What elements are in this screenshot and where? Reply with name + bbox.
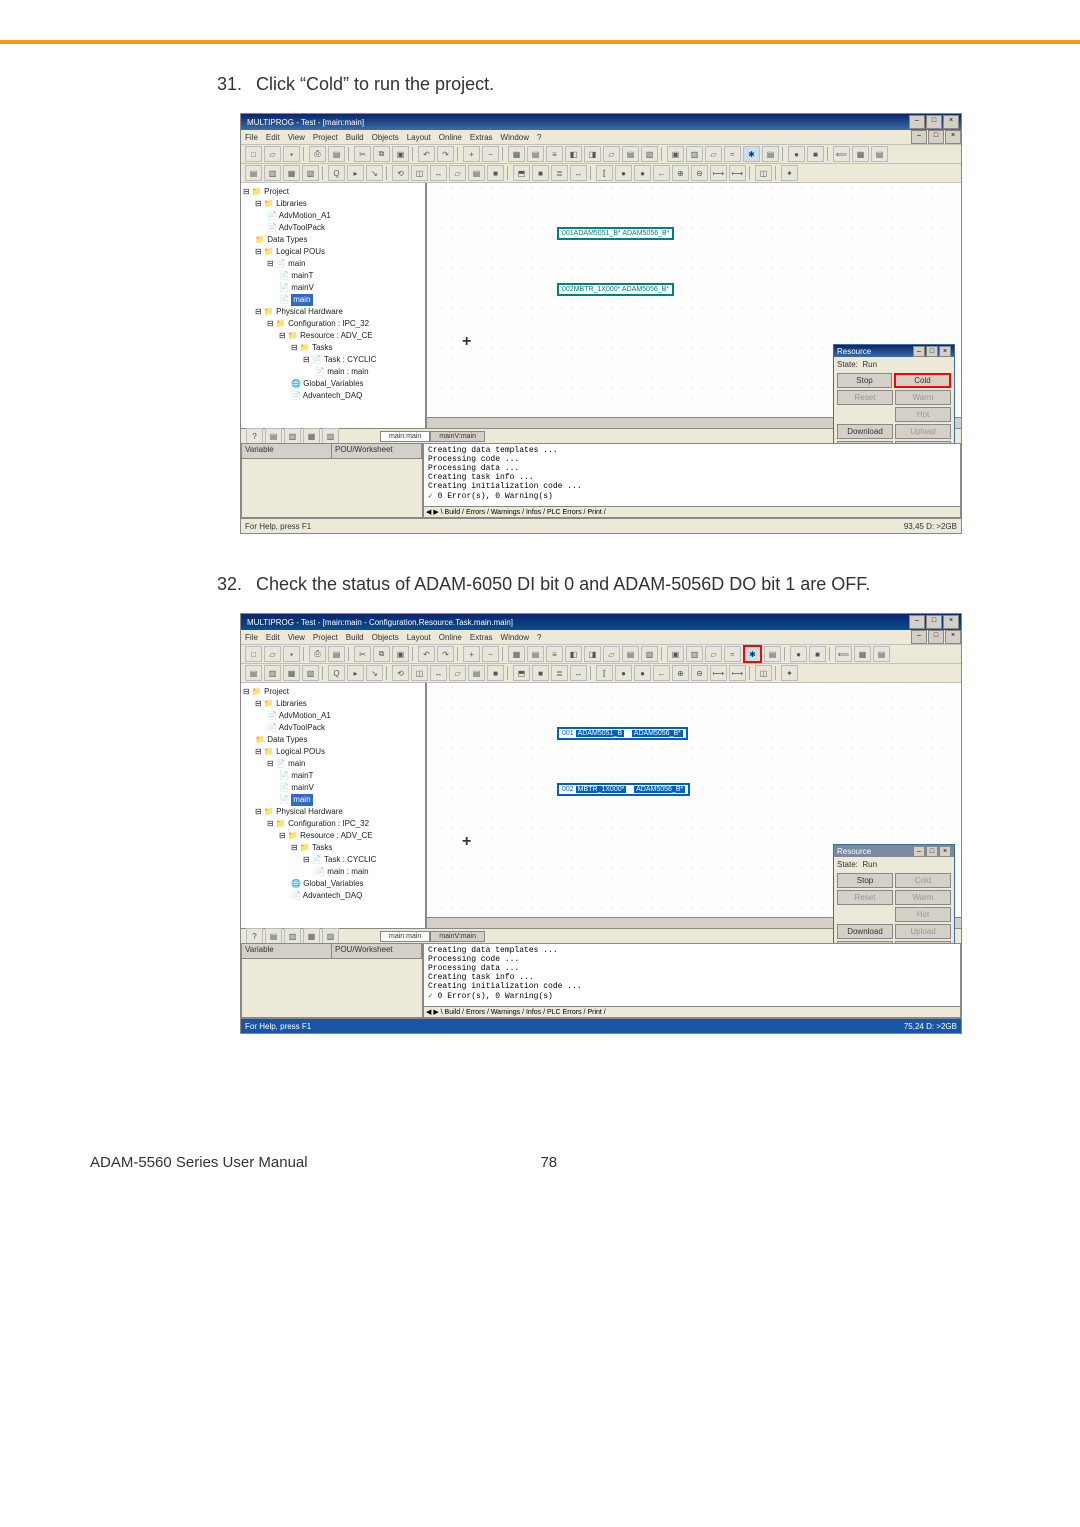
close-button[interactable]: ×: [943, 615, 959, 629]
doc-minimize[interactable]: –: [911, 130, 927, 144]
maximize-button[interactable]: □: [926, 115, 942, 129]
tb-preview-icon[interactable]: ▤: [328, 146, 345, 162]
footer-left: ADAM-5560 Series User Manual: [90, 1154, 308, 1171]
variable-panel-1: Variable POU/Worksheet: [241, 443, 423, 518]
project-tree-2: ⊟ 📁 Project ⊟ 📁 Libraries 📄 AdvMotion_A1…: [241, 683, 427, 928]
console-tabs[interactable]: ◀ ▶ \ Build / Errors / Warnings / Infos …: [424, 506, 960, 517]
menu-extras[interactable]: Extras: [470, 133, 493, 142]
tb-gear-icon[interactable]: ✱: [743, 146, 760, 162]
menu-build[interactable]: Build: [346, 633, 364, 642]
doc-close[interactable]: ×: [945, 130, 961, 144]
hot-button[interactable]: Hot: [895, 407, 951, 422]
menu-view[interactable]: View: [288, 633, 305, 642]
maximize-button[interactable]: □: [926, 615, 942, 629]
window-title-bar-1: MULTIPROG - Test - [main:main] – □ ×: [241, 114, 961, 130]
menu-project[interactable]: Project: [313, 633, 338, 642]
cold-button[interactable]: Cold: [894, 373, 951, 388]
toolbar-2-row1: □▱▪ ⎙▤ ✂⧉▣ ↶↷ +− ▦▤≡ ◧◨▱ ▤▧ ▣▥▱≈ ✱ ▤ ●■ …: [241, 645, 961, 664]
menu-project[interactable]: Project: [313, 133, 338, 142]
step-32-number: 32.: [200, 574, 256, 595]
build-output-1: Creating data templates ... Processing c…: [423, 443, 961, 518]
menu-objects[interactable]: Objects: [372, 133, 399, 142]
tb-open-icon[interactable]: ▱: [264, 146, 281, 162]
step-31-number: 31.: [200, 74, 256, 95]
menu-extras[interactable]: Extras: [470, 633, 493, 642]
step-32-text: Check the status of ADAM-6050 DI bit 0 a…: [256, 574, 870, 595]
menu-online[interactable]: Online: [439, 633, 462, 642]
toolbar-1-row2: ▤ ▥ ▦ ▧ Q ▸ ↘ ⟲ ◫ ↔ ▱ ▤ ■ ⬒ ■ ≣ ↔ ⟦ ● ● …: [241, 164, 961, 183]
window-title-1: MULTIPROG - Test - [main:main]: [243, 118, 908, 127]
upload-button[interactable]: Upload: [895, 424, 951, 439]
reset-button[interactable]: Reset: [837, 390, 893, 405]
menu-layout[interactable]: Layout: [407, 133, 431, 142]
menu-view[interactable]: View: [288, 133, 305, 142]
minimize-button[interactable]: –: [909, 615, 925, 629]
menu-build[interactable]: Build: [346, 133, 364, 142]
tb-copy-icon[interactable]: ⧉: [373, 146, 390, 162]
download-button[interactable]: Download: [837, 424, 893, 439]
window-title-bar-2: MULTIPROG - Test - [main:main - Configur…: [241, 614, 961, 630]
tab-main[interactable]: main:main: [380, 431, 430, 442]
menu-edit[interactable]: Edit: [266, 133, 280, 142]
step-31-text: Click “Cold” to run the project.: [256, 74, 494, 95]
build-output-2: Creating data templates ... Processing c…: [423, 943, 961, 1018]
tb-zoom-out-icon[interactable]: −: [482, 146, 499, 162]
tb-cut-icon[interactable]: ✂: [354, 146, 371, 162]
status-bar-2: For Help, press F1 75,24 D: >2GB: [241, 1018, 961, 1033]
minimize-button[interactable]: –: [909, 115, 925, 129]
tb-new-icon[interactable]: □: [245, 146, 262, 162]
window-title-2: MULTIPROG - Test - [main:main - Configur…: [243, 618, 908, 627]
doc-maximize[interactable]: □: [928, 130, 944, 144]
tab-mainv[interactable]: mainV:main: [430, 431, 485, 442]
menu-bar-1: File Edit View Project Build Objects Lay…: [241, 130, 961, 145]
menu-help[interactable]: ?: [537, 133, 541, 142]
page-footer: ADAM-5560 Series User Manual 78: [0, 1104, 1080, 1191]
plus-cursor-icon: +: [462, 833, 471, 851]
toolbar-1-row1: □ ▱ ▪ ⎙ ▤ ✂ ⧉ ▣ ↶ ↷ + − ▦ ▤ ≡ ◧ ◨ ▱ ▤ ▧: [241, 145, 961, 164]
menu-file[interactable]: File: [245, 133, 258, 142]
menu-window[interactable]: Window: [501, 633, 529, 642]
footer-page: 78: [540, 1154, 557, 1171]
stop-button[interactable]: Stop: [837, 373, 892, 388]
menu-file[interactable]: File: [245, 633, 258, 642]
menu-edit[interactable]: Edit: [266, 633, 280, 642]
tb-save-icon[interactable]: ▪: [283, 146, 300, 162]
menu-bar-2: File Edit View Project Build Objects Lay…: [241, 630, 961, 645]
status-bar-1: For Help, press F1 93,45 D: >2GB: [241, 518, 961, 533]
warm-button[interactable]: Warm: [895, 390, 951, 405]
tree-selected-main[interactable]: main: [291, 294, 312, 306]
tb-redo-icon[interactable]: ↷: [437, 146, 454, 162]
variable-panel-2: Variable POU/Worksheet: [241, 943, 423, 1018]
menu-layout[interactable]: Layout: [407, 633, 431, 642]
tb-print-icon[interactable]: ⎙: [309, 146, 326, 162]
close-button[interactable]: ×: [943, 115, 959, 129]
plus-cursor-icon: +: [462, 333, 471, 351]
tb-undo-icon[interactable]: ↶: [418, 146, 435, 162]
toolbar-2-row2: ▤▥▦▧ Q▸↘ ⟲◫↔ ▱▤■ ⬒■≣↔ ⟦●●← ⊕⊖⟼⟼ ◫ ✦: [241, 664, 961, 683]
screenshot-2: MULTIPROG - Test - [main:main - Configur…: [240, 613, 962, 1034]
tb-paste-icon[interactable]: ▣: [392, 146, 409, 162]
online-debug-icon[interactable]: ✱: [743, 645, 762, 663]
menu-objects[interactable]: Objects: [372, 633, 399, 642]
screenshot-1: MULTIPROG - Test - [main:main] – □ × Fil…: [240, 113, 962, 534]
menu-online[interactable]: Online: [439, 133, 462, 142]
menu-help[interactable]: ?: [537, 633, 541, 642]
menu-window[interactable]: Window: [501, 133, 529, 142]
project-tree-1: ⊟ 📁 Project ⊟ 📁 Libraries 📄 AdvMotion_A1…: [241, 183, 427, 428]
tb-zoom-in-icon[interactable]: +: [463, 146, 480, 162]
